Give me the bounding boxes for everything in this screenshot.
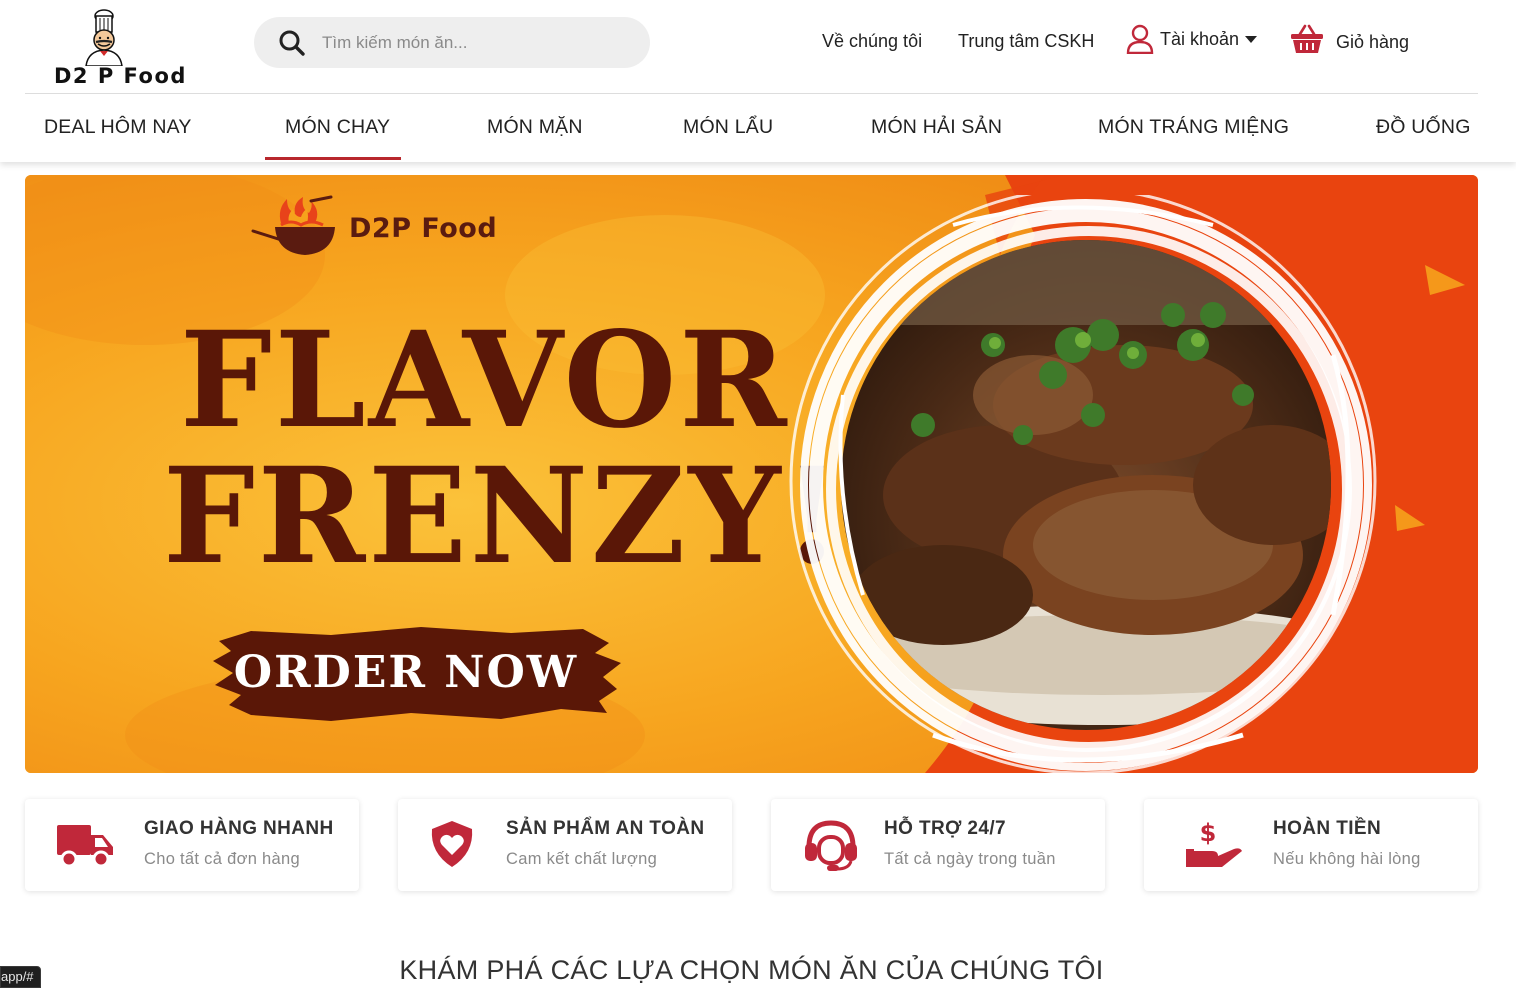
status-bar-url: app/#	[0, 966, 41, 988]
nav-item-dessert[interactable]: MÓN TRÁNG MIỆNG	[1098, 116, 1289, 139]
shield-heart-icon	[431, 821, 473, 867]
feature-subtitle: Nếu không hài lòng	[1273, 850, 1421, 868]
feature-fast-delivery: GIAO HÀNG NHANH Cho tất cả đơn hàng	[25, 799, 359, 891]
nav-item-vegetarian[interactable]: MÓN CHAY	[285, 116, 390, 139]
about-us-link[interactable]: Về chúng tôi	[822, 31, 922, 52]
feature-refund: $ HOÀN TIỀN Nếu không hài lòng	[1144, 799, 1478, 891]
basket-icon	[1291, 24, 1323, 53]
feature-title: SẢN PHẨM AN TOÀN	[506, 818, 705, 839]
nav-item-seafood[interactable]: MÓN HẢI SẢN	[871, 116, 1002, 139]
banner-brand-name: D2P Food	[349, 212, 498, 244]
search-bar[interactable]	[254, 17, 650, 68]
food-image-frame	[773, 187, 1393, 773]
banner-brand: D2P Food	[251, 195, 497, 261]
headset-icon	[805, 820, 857, 871]
account-label: Tài khoản	[1160, 28, 1240, 49]
logo-text: D2 P Food	[54, 64, 187, 88]
user-icon	[1126, 24, 1154, 54]
truck-icon	[57, 825, 113, 868]
feature-subtitle: Tất cả ngày trong tuần	[884, 850, 1056, 868]
feature-subtitle: Cho tất cả đơn hàng	[144, 850, 300, 868]
search-input[interactable]	[322, 32, 622, 53]
feature-support-24-7: HỖ TRỢ 24/7 Tất cả ngày trong tuần	[771, 799, 1105, 891]
chef-logo-icon	[85, 9, 123, 67]
category-nav: DEAL HÔM NAY MÓN CHAY MÓN MẶN MÓN LẨU MÓ…	[0, 94, 1516, 160]
feature-safe-products: SẢN PHẨM AN TOÀN Cam kết chất lượng	[398, 799, 732, 891]
cart-link[interactable]: Giỏ hàng	[1290, 24, 1409, 54]
search-icon[interactable]	[278, 29, 306, 57]
nav-item-deal-today[interactable]: DEAL HÔM NAY	[44, 116, 192, 139]
order-now-button[interactable]: ORDER NOW	[211, 623, 623, 727]
hero-banner[interactable]: D2P Food FLAVOR FRENZY! ORDER NOW	[25, 175, 1478, 773]
nav-item-hotpot[interactable]: MÓN LẨU	[683, 116, 773, 139]
banner-headline-line-2: FRENZY!	[163, 439, 844, 594]
order-now-label: ORDER NOW	[233, 647, 579, 698]
feature-title: HỖ TRỢ 24/7	[884, 818, 1006, 839]
section-title: KHÁM PHÁ CÁC LỰA CHỌN MÓN ĂN CỦA CHÚNG T…	[399, 955, 1104, 985]
nav-item-savory[interactable]: MÓN MẶN	[487, 116, 583, 139]
account-menu[interactable]: Tài khoản	[1126, 24, 1258, 54]
money-hand-icon: $	[1186, 819, 1242, 867]
chevron-down-icon	[1245, 36, 1258, 43]
feature-title: GIAO HÀNG NHANH	[144, 818, 334, 839]
noodle-bowl-fire-icon	[251, 195, 335, 255]
feature-subtitle: Cam kết chất lượng	[506, 850, 658, 868]
customer-support-link[interactable]: Trung tâm CSKH	[958, 31, 1094, 52]
active-nav-indicator	[265, 157, 401, 160]
banner-headline-line-1: FLAVOR	[180, 303, 790, 458]
site-header: D2 P Food Về chúng tôi Trung tâm CSKH Tà…	[0, 0, 1516, 162]
svg-text:$: $	[1200, 819, 1217, 847]
feature-title: HOÀN TIỀN	[1273, 818, 1382, 839]
nav-item-drinks[interactable]: ĐỒ UỐNG	[1376, 116, 1471, 139]
site-logo[interactable]: D2 P Food	[54, 8, 187, 90]
cart-label: Giỏ hàng	[1336, 31, 1410, 52]
grilled-meat-image	[789, 187, 1377, 773]
